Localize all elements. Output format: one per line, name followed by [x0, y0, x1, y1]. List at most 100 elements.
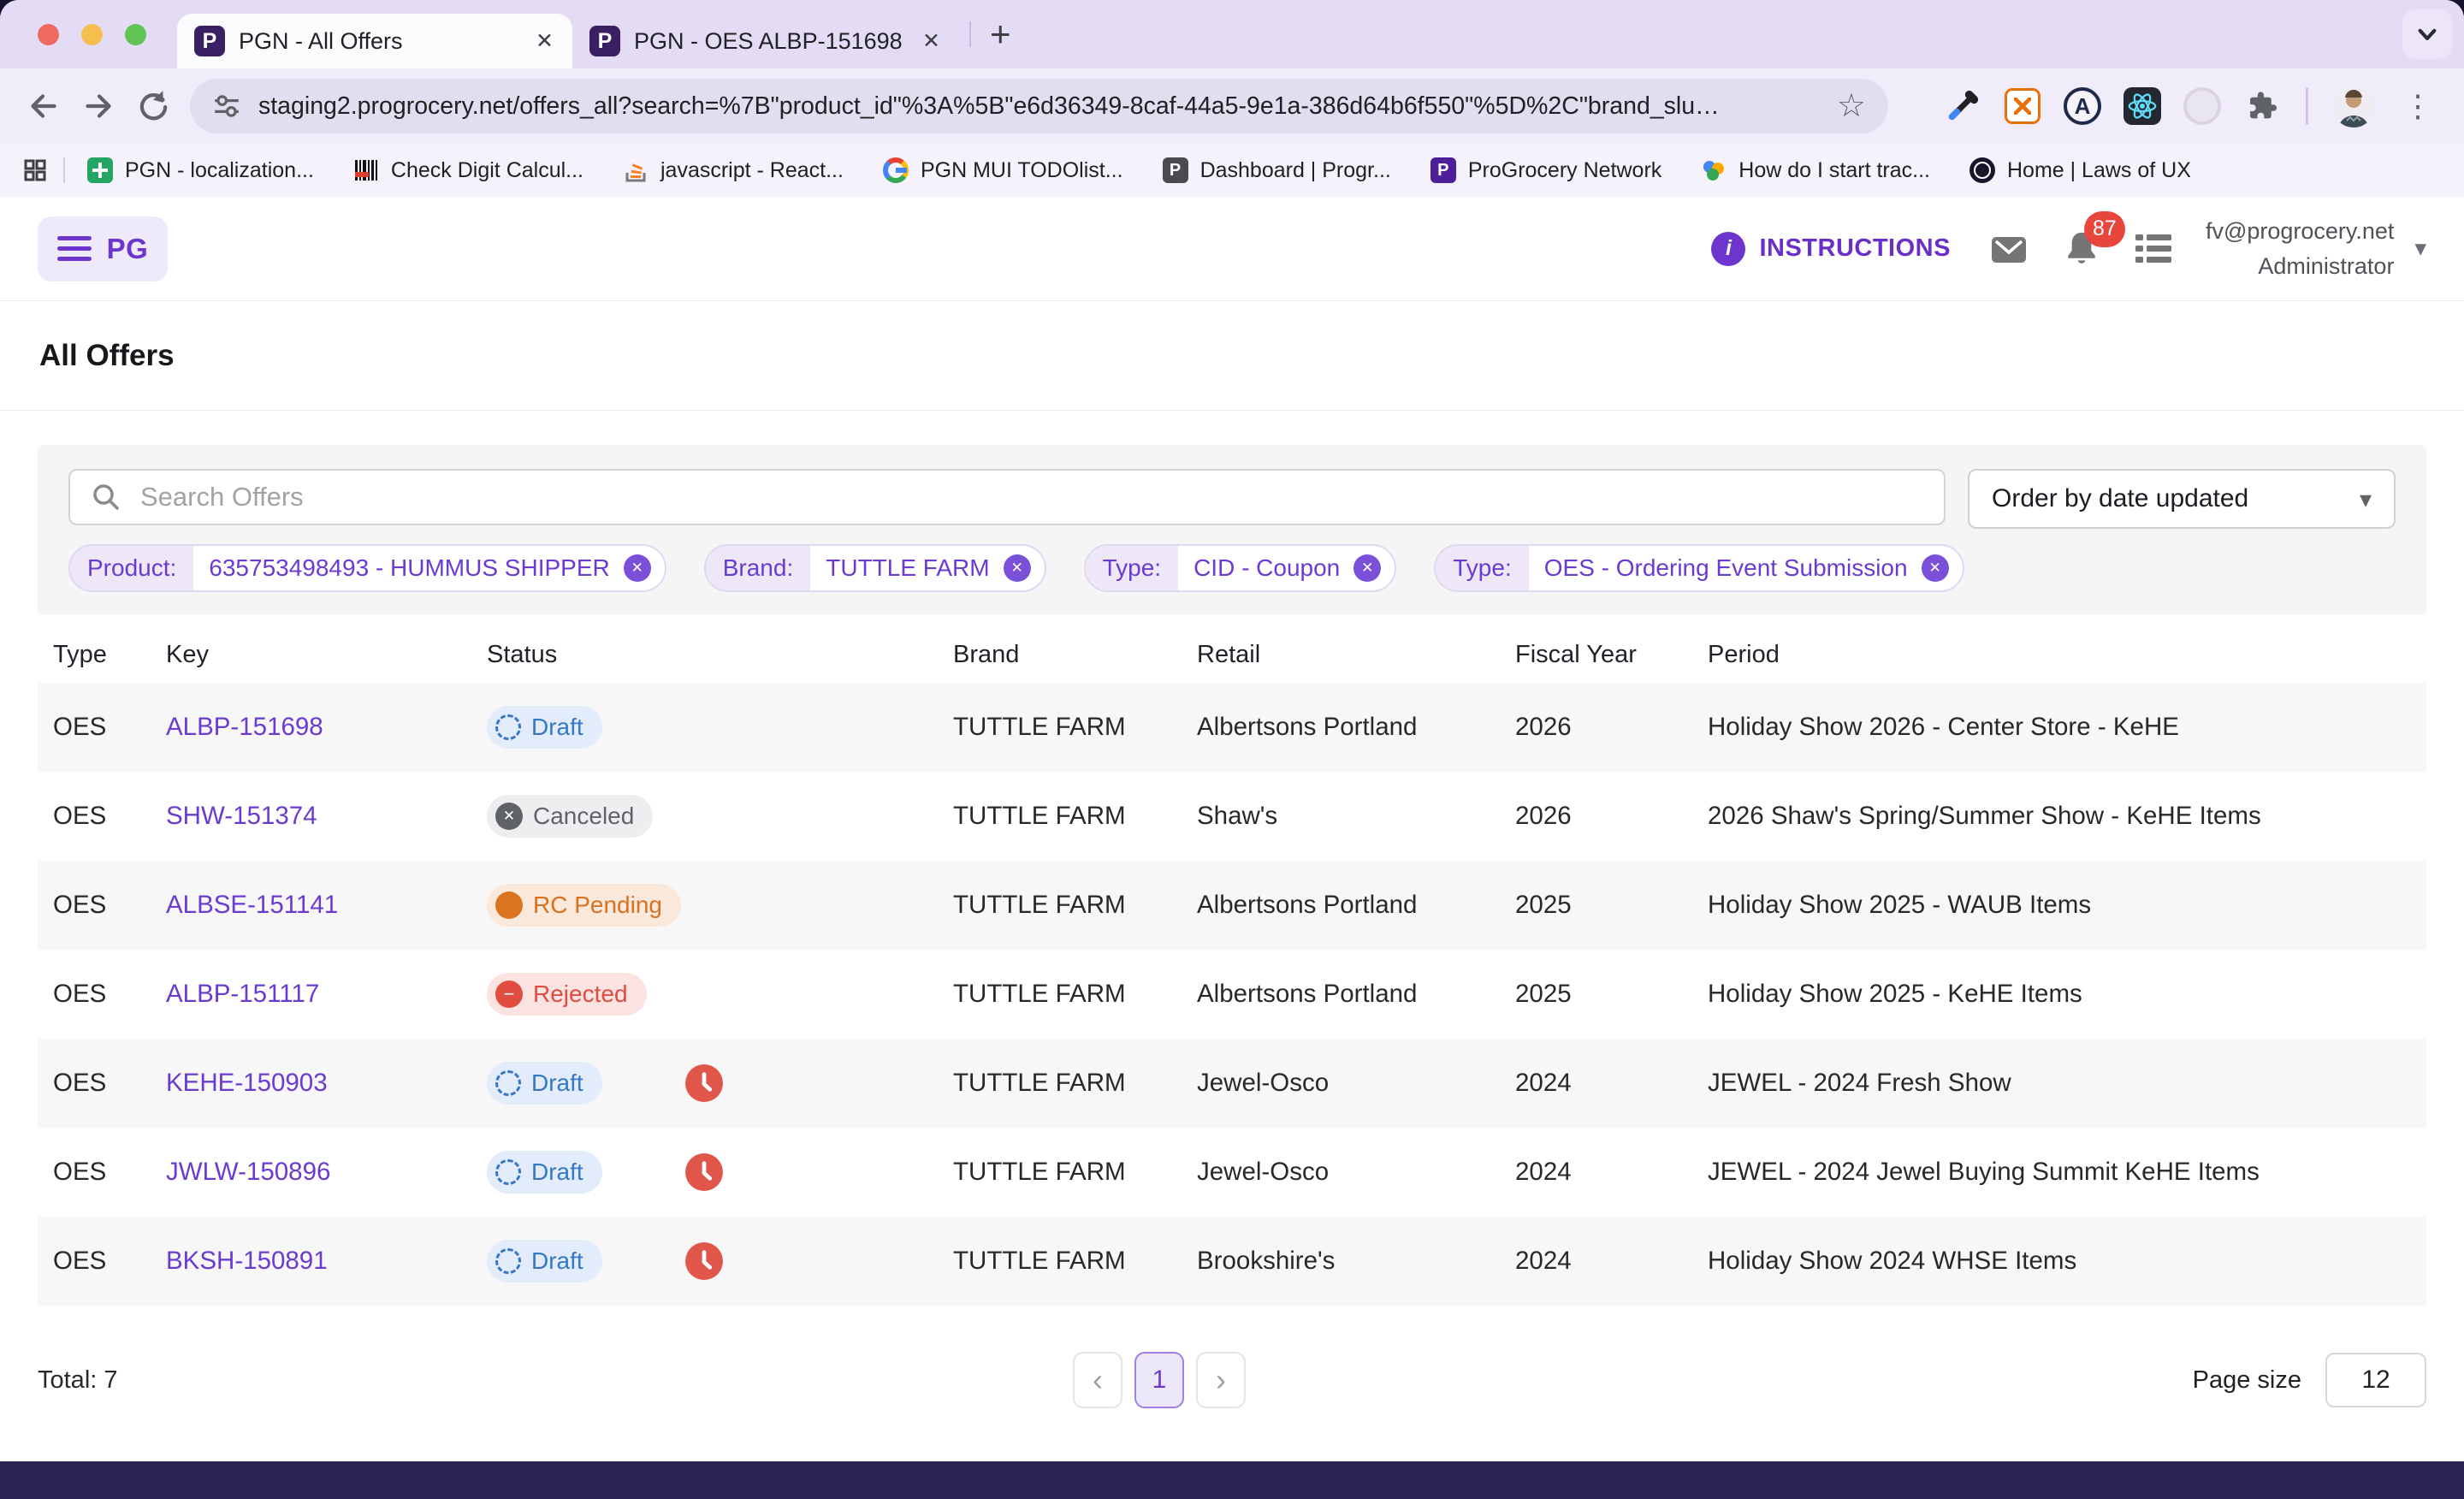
extensions-puzzle-icon[interactable]: [2242, 86, 2282, 126]
draft-status-icon: [495, 1159, 521, 1185]
table-row[interactable]: OES ALBP-151698 Draft TUTTLE FARM Albert…: [38, 683, 2426, 772]
bookmark-item[interactable]: How do I start trac...: [1701, 157, 1930, 183]
bookmark-star-icon[interactable]: ☆: [1837, 90, 1866, 122]
bookmark-item[interactable]: Check Digit Calcul...: [353, 157, 583, 183]
bookmark-item[interactable]: PGN MUI TODOlist...: [883, 157, 1123, 183]
offer-key-link[interactable]: ALBP-151698: [166, 713, 487, 742]
tab-close-icon[interactable]: ✕: [922, 28, 940, 54]
url-bar[interactable]: staging2.progrocery.net/offers_all?searc…: [190, 79, 1888, 133]
p-dark-icon: P: [1163, 157, 1188, 183]
instructions-button[interactable]: i INSTRUCTIONS: [1706, 231, 1956, 267]
offer-key-link[interactable]: SHW-151374: [166, 802, 487, 831]
browser-window: P PGN - All Offers ✕ P PGN - OES ALBP-15…: [0, 0, 2464, 1499]
clipper-extension-icon[interactable]: [2003, 86, 2042, 126]
offer-brand: TUTTLE FARM: [953, 980, 1197, 1009]
minimize-window-button[interactable]: [81, 24, 103, 45]
remove-filter-icon[interactable]: ✕: [1922, 554, 1949, 582]
table-row[interactable]: OES ALBP-151117 − Rejected TUTTLE FARM A…: [38, 950, 2426, 1039]
disabled-extension-icon[interactable]: [2183, 86, 2222, 126]
status-badge: Draft: [487, 706, 602, 749]
tab-title: PGN - All Offers: [239, 28, 522, 55]
table-row[interactable]: OES ALBSE-151141 RC Pending TUTTLE FARM …: [38, 861, 2426, 950]
zoom-window-button[interactable]: [125, 24, 146, 45]
mail-button[interactable]: [1988, 228, 2029, 270]
tab-search-button[interactable]: [2402, 9, 2452, 59]
order-by-select[interactable]: Order by date updated ▾: [1968, 469, 2396, 529]
reload-icon: [133, 86, 173, 126]
close-window-button[interactable]: [38, 24, 59, 45]
bookmark-item[interactable]: P ProGrocery Network: [1430, 157, 1661, 183]
task-list-button[interactable]: [2134, 231, 2173, 267]
list-icon: [2134, 231, 2173, 267]
user-menu[interactable]: fv@progrocery.net Administrator: [2206, 214, 2395, 283]
offer-retail: Albertsons Portland: [1197, 980, 1515, 1009]
table-row[interactable]: OES BKSH-150891 Draft TUTTLE FARM: [38, 1217, 2426, 1306]
table-row[interactable]: OES SHW-151374 ✕ Canceled TUTTLE FARM Sh…: [38, 772, 2426, 861]
reload-button[interactable]: [128, 81, 178, 131]
filter-chip-type-oes: Type: OES - Ordering Event Submission ✕: [1434, 544, 1964, 592]
offer-brand: TUTTLE FARM: [953, 713, 1197, 742]
browser-menu-icon[interactable]: ⋮: [2396, 88, 2440, 124]
bookmark-label: Check Digit Calcul...: [391, 158, 583, 183]
page-number-button[interactable]: 1: [1134, 1352, 1184, 1408]
status-badge: − Rejected: [487, 973, 647, 1016]
page-size-input[interactable]: [2325, 1353, 2426, 1407]
a-circle-extension-icon[interactable]: A: [2063, 86, 2102, 126]
url-text[interactable]: staging2.progrocery.net/offers_all?searc…: [258, 92, 1820, 121]
forward-arrow-icon: [79, 86, 118, 126]
forward-button[interactable]: [74, 81, 123, 131]
pgn-favicon: P: [589, 26, 620, 56]
notifications-button[interactable]: 87: [2062, 228, 2101, 270]
status-label: RC Pending: [533, 892, 662, 919]
offer-key-link[interactable]: JWLW-150896: [166, 1158, 487, 1187]
offer-key-link[interactable]: KEHE-150903: [166, 1069, 487, 1098]
offer-retail: Jewel-Osco: [1197, 1069, 1515, 1098]
order-by-value: Order by date updated: [1992, 484, 2248, 513]
offers-table: Type Key Status Brand Retail Fiscal Year…: [38, 626, 2426, 1306]
profile-avatar[interactable]: [2332, 85, 2375, 127]
tab-close-icon[interactable]: ✕: [536, 28, 554, 54]
eyedropper-extension-icon[interactable]: [1943, 86, 1982, 126]
bookmark-item[interactable]: javascript - React...: [623, 157, 844, 183]
remove-filter-icon[interactable]: ✕: [1353, 554, 1381, 582]
remove-filter-icon[interactable]: ✕: [1004, 554, 1031, 582]
draft-status-icon: [495, 1070, 521, 1096]
table-row[interactable]: OES JWLW-150896 Draft TUTTLE FARM: [38, 1128, 2426, 1217]
table-footer: Total: 7 ‹ 1 › Page size: [38, 1352, 2426, 1408]
laws-of-ux-icon: [1969, 157, 1995, 183]
canceled-status-icon: ✕: [495, 803, 523, 830]
app-footer-bar: [0, 1461, 2464, 1499]
bookmarks-divider: [63, 157, 65, 183]
app-menu-logo-button[interactable]: PG: [38, 216, 168, 281]
table-row[interactable]: OES KEHE-150903 Draft TUTTLE FARM: [38, 1039, 2426, 1128]
offer-fiscal-year: 2024: [1515, 1158, 1708, 1187]
overdue-clock-icon: [684, 1064, 724, 1103]
apps-grid-icon[interactable]: [22, 157, 48, 183]
offer-key-link[interactable]: ALBP-151117: [166, 980, 487, 1009]
browser-tab-oes-albp[interactable]: P PGN - OES ALBP-151698 ✕: [572, 14, 959, 68]
offer-key-link[interactable]: BKSH-150891: [166, 1247, 487, 1276]
back-button[interactable]: [19, 81, 68, 131]
status-badge: RC Pending: [487, 884, 681, 927]
stackoverflow-icon: [623, 157, 649, 183]
status-label: Draft: [531, 714, 583, 741]
remove-filter-icon[interactable]: ✕: [624, 554, 651, 582]
offer-type: OES: [53, 1069, 166, 1098]
search-box[interactable]: [68, 469, 1946, 525]
next-page-button[interactable]: ›: [1196, 1352, 1246, 1408]
tab-title: PGN - OES ALBP-151698: [634, 28, 909, 55]
user-caret-icon[interactable]: ▾: [2414, 235, 2426, 262]
offer-brand: TUTTLE FARM: [953, 1247, 1197, 1276]
status-badge: Draft: [487, 1151, 602, 1194]
offer-type: OES: [53, 802, 166, 831]
offer-key-link[interactable]: ALBSE-151141: [166, 891, 487, 920]
bookmark-item[interactable]: P Dashboard | Progr...: [1163, 157, 1391, 183]
bookmark-item[interactable]: PGN - localization...: [87, 157, 314, 183]
chip-label: Type:: [1086, 546, 1178, 590]
search-input[interactable]: [139, 481, 1925, 513]
prev-page-button[interactable]: ‹: [1073, 1352, 1122, 1408]
react-devtools-icon[interactable]: [2123, 86, 2162, 126]
new-tab-button[interactable]: +: [981, 16, 1020, 52]
bookmark-item[interactable]: Home | Laws of UX: [1969, 157, 2191, 183]
browser-tab-all-offers[interactable]: P PGN - All Offers ✕: [177, 14, 572, 68]
